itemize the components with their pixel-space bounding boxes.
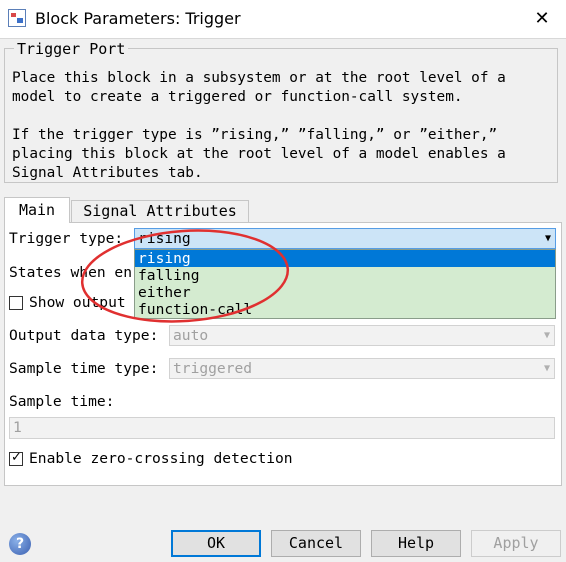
sample-time-type-select[interactable]: triggered ▼ (169, 358, 555, 379)
checkmark-icon: ✓ (11, 450, 22, 465)
sample-time-type-value: triggered (173, 360, 253, 377)
zero-crossing-label: Enable zero-crossing detection (29, 450, 293, 467)
block-description: Place this block in a subsystem or at th… (12, 70, 506, 181)
close-icon[interactable]: ✕ (526, 3, 558, 35)
help-button[interactable]: Help (371, 530, 461, 557)
zero-crossing-checkbox[interactable]: ✓ (9, 450, 23, 466)
option-falling[interactable]: falling (135, 267, 555, 284)
tab-main[interactable]: Main (4, 197, 70, 223)
chevron-down-icon: ▼ (544, 233, 551, 244)
sample-time-label: Sample time: (9, 393, 115, 410)
title-bar: Block Parameters: Trigger ✕ (0, 0, 566, 39)
simulink-block-icon (8, 9, 26, 27)
group-title: Trigger Port (14, 40, 129, 58)
chevron-down-icon: ▼ (543, 330, 550, 341)
option-rising[interactable]: rising (135, 250, 555, 267)
trigger-type-value: rising (138, 230, 191, 247)
tab-signal-attributes[interactable]: Signal Attributes (71, 200, 249, 222)
trigger-port-group: Trigger Port Place this block in a subsy… (4, 40, 558, 183)
window-title: Block Parameters: Trigger (35, 9, 241, 28)
show-output-port-label: Show output (29, 294, 126, 311)
output-data-type-select[interactable]: auto ▼ (169, 325, 555, 346)
show-output-port-checkbox[interactable] (9, 296, 23, 310)
apply-button[interactable]: Apply (471, 530, 561, 557)
chevron-down-icon: ▼ (543, 363, 550, 374)
cancel-button[interactable]: Cancel (271, 530, 361, 557)
trigger-type-dropdown-list: rising falling either function-call (134, 249, 556, 319)
ok-button[interactable]: OK (171, 530, 261, 557)
option-function-call[interactable]: function-call (135, 301, 555, 318)
output-data-type-value: auto (173, 327, 209, 344)
option-either[interactable]: either (135, 284, 555, 301)
states-when-enabling-label: States when en (9, 264, 133, 281)
trigger-type-label: Trigger type: (9, 230, 124, 247)
help-icon[interactable]: ? (9, 533, 31, 555)
sample-time-input[interactable]: 1 (9, 417, 555, 439)
output-data-type-label: Output data type: (9, 327, 159, 344)
sample-time-type-label: Sample time type: (9, 360, 159, 377)
trigger-type-select[interactable]: rising ▼ (134, 228, 556, 249)
